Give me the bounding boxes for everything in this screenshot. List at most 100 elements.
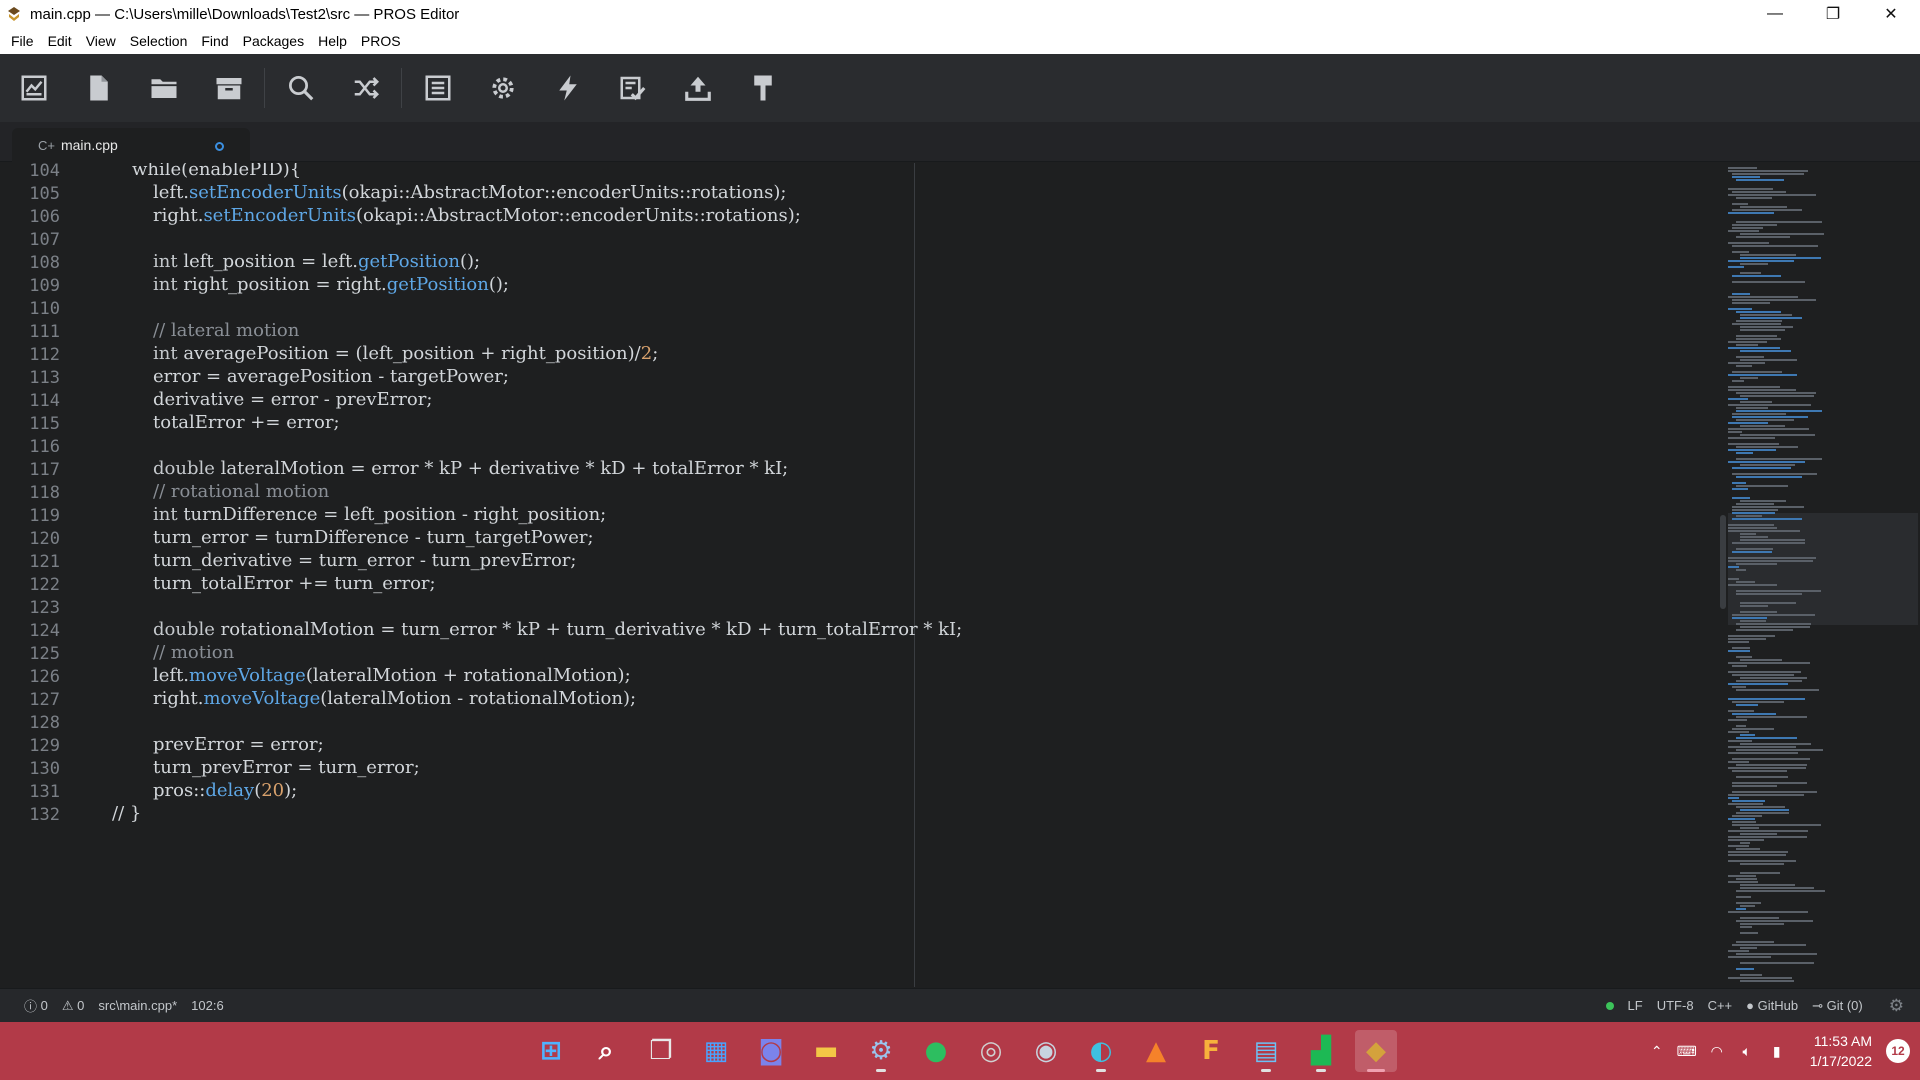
line-number[interactable]: 117 bbox=[0, 460, 60, 480]
gear-icon[interactable] bbox=[487, 72, 519, 104]
tab-main-cpp[interactable]: C+ main.cpp bbox=[12, 128, 250, 162]
line-number[interactable]: 114 bbox=[0, 391, 60, 411]
code-line[interactable]: turn_error = turnDifference - turn_targe… bbox=[153, 527, 594, 548]
notification-badge[interactable]: 12 bbox=[1886, 1039, 1910, 1063]
line-number[interactable]: 112 bbox=[0, 345, 60, 365]
line-number[interactable]: 116 bbox=[0, 437, 60, 457]
menu-pros[interactable]: PROS bbox=[354, 33, 408, 49]
line-number[interactable]: 107 bbox=[0, 230, 60, 250]
line-ending[interactable]: LF bbox=[1628, 998, 1643, 1013]
widgets-icon[interactable]: ▦ bbox=[695, 1030, 737, 1072]
stocks-icon[interactable]: ▟ bbox=[1300, 1030, 1342, 1072]
archive-icon[interactable] bbox=[213, 72, 245, 104]
volume-icon[interactable]: 🔈︎ bbox=[1734, 1041, 1760, 1061]
keyboard-icon[interactable]: ⌨ bbox=[1674, 1041, 1700, 1061]
line-number[interactable]: 129 bbox=[0, 736, 60, 756]
menu-file[interactable]: File bbox=[4, 33, 41, 49]
close-button[interactable]: ✕ bbox=[1862, 0, 1920, 28]
git-button[interactable]: ⊸ Git (0) bbox=[1812, 998, 1863, 1014]
grammar[interactable]: C++ bbox=[1708, 998, 1733, 1013]
code-editor[interactable]: 104 105 106 107 108 109 110 111 112 113 114 115 116 1… bbox=[0, 163, 1920, 987]
code-line[interactable]: // } bbox=[112, 803, 141, 824]
code-line[interactable]: right.setEncoderUnits(okapi::AbstractMot… bbox=[153, 205, 801, 226]
code-line[interactable]: prevError = error; bbox=[153, 734, 324, 755]
code-area[interactable]: while(enablePID){left.setEncoderUnits(ok… bbox=[112, 163, 1712, 987]
start-icon[interactable]: ⊞ bbox=[530, 1030, 572, 1072]
file-explorer-icon[interactable]: ▬ bbox=[805, 1030, 847, 1072]
minimap[interactable] bbox=[1720, 163, 1920, 987]
code-line[interactable]: derivative = error - prevError; bbox=[153, 389, 432, 410]
task-view-icon[interactable]: ❐ bbox=[640, 1030, 682, 1072]
cursor-position[interactable]: 102:6 bbox=[191, 998, 224, 1013]
code-line[interactable]: pros::delay(20); bbox=[153, 780, 297, 801]
disc-icon[interactable]: ◎ bbox=[970, 1030, 1012, 1072]
shuffle-icon[interactable] bbox=[350, 72, 382, 104]
vertical-scrollbar[interactable] bbox=[1720, 515, 1726, 609]
menu-edit[interactable]: Edit bbox=[41, 33, 79, 49]
code-line[interactable]: error = averagePosition - targetPower; bbox=[153, 366, 509, 387]
chevron-up-icon[interactable]: ⌃ bbox=[1644, 1041, 1670, 1061]
code-line[interactable]: left.moveVoltage(lateralMotion + rotatio… bbox=[153, 665, 631, 686]
open-folder-icon[interactable] bbox=[148, 72, 180, 104]
code-line[interactable]: // motion bbox=[153, 642, 234, 663]
matlab-icon[interactable]: ▲ bbox=[1135, 1030, 1177, 1072]
line-number[interactable]: 123 bbox=[0, 598, 60, 618]
line-number[interactable]: 105 bbox=[0, 184, 60, 204]
restore-button[interactable]: ❐ bbox=[1804, 0, 1862, 28]
file-path[interactable]: src\main.cpp* bbox=[98, 998, 177, 1013]
clock[interactable]: 11:53 AM 1/17/2022 bbox=[1810, 1031, 1872, 1071]
line-number[interactable]: 132 bbox=[0, 805, 60, 825]
edge-icon[interactable]: ◐ bbox=[1080, 1030, 1122, 1072]
list-icon[interactable] bbox=[422, 72, 454, 104]
code-line[interactable]: double rotationalMotion = turn_error * k… bbox=[153, 619, 962, 640]
new-file-icon[interactable] bbox=[83, 72, 115, 104]
project-icon[interactable] bbox=[18, 72, 50, 104]
code-line[interactable]: left.setEncoderUnits(okapi::AbstractMoto… bbox=[153, 182, 786, 203]
line-number[interactable]: 110 bbox=[0, 299, 60, 319]
line-number[interactable]: 126 bbox=[0, 667, 60, 687]
line-number[interactable]: 120 bbox=[0, 529, 60, 549]
github-button[interactable]: ● GitHub bbox=[1746, 998, 1798, 1013]
line-number[interactable]: 130 bbox=[0, 759, 60, 779]
menu-find[interactable]: Find bbox=[194, 33, 235, 49]
wifi-icon[interactable]: ◠ bbox=[1704, 1041, 1730, 1061]
code-line[interactable]: // rotational motion bbox=[153, 481, 329, 502]
line-number[interactable]: 111 bbox=[0, 322, 60, 342]
menu-packages[interactable]: Packages bbox=[236, 33, 311, 49]
line-number[interactable]: 124 bbox=[0, 621, 60, 641]
bolt-icon[interactable] bbox=[552, 72, 584, 104]
code-line[interactable]: turn_totalError += turn_error; bbox=[153, 573, 436, 594]
settings-icon[interactable]: ⚙ bbox=[860, 1030, 902, 1072]
search-icon[interactable]: ⌕ bbox=[585, 1030, 627, 1072]
line-number[interactable]: 122 bbox=[0, 575, 60, 595]
pros-editor-icon[interactable]: ◆ bbox=[1355, 1030, 1397, 1072]
upload-icon[interactable] bbox=[682, 72, 714, 104]
menu-help[interactable]: Help bbox=[311, 33, 354, 49]
modified-indicator-icon[interactable] bbox=[215, 142, 224, 151]
code-line[interactable]: right.moveVoltage(lateralMotion - rotati… bbox=[153, 688, 636, 709]
warning-count[interactable]: ⚠ 0 bbox=[62, 998, 85, 1014]
code-line[interactable]: int turnDifference = left_position - rig… bbox=[153, 504, 606, 525]
menu-selection[interactable]: Selection bbox=[123, 33, 195, 49]
code-line[interactable]: turn_prevError = turn_error; bbox=[153, 757, 420, 778]
line-number[interactable]: 121 bbox=[0, 552, 60, 572]
notepad-icon[interactable]: ▤ bbox=[1245, 1030, 1287, 1072]
code-line[interactable]: double lateralMotion = error * kP + deri… bbox=[153, 458, 788, 479]
paint-roller-icon[interactable] bbox=[747, 72, 779, 104]
f-app-icon[interactable]: F bbox=[1190, 1030, 1232, 1072]
settings-gear-icon[interactable]: ⚙ bbox=[1889, 996, 1904, 1016]
line-number[interactable]: 131 bbox=[0, 782, 60, 802]
menu-view[interactable]: View bbox=[79, 33, 123, 49]
encoding[interactable]: UTF-8 bbox=[1657, 998, 1694, 1013]
search-icon[interactable] bbox=[285, 72, 317, 104]
code-line[interactable]: turn_derivative = turn_error - turn_prev… bbox=[153, 550, 576, 571]
teams-chat-icon[interactable]: ◙ bbox=[750, 1030, 792, 1072]
code-line[interactable]: int left_position = left.getPosition(); bbox=[153, 251, 480, 272]
line-number[interactable]: 109 bbox=[0, 276, 60, 296]
line-number[interactable]: 104 bbox=[0, 163, 60, 181]
steam-icon[interactable]: ◉ bbox=[1025, 1030, 1067, 1072]
code-line[interactable]: int averagePosition = (left_position + r… bbox=[153, 343, 658, 364]
line-number[interactable]: 115 bbox=[0, 414, 60, 434]
line-number[interactable]: 108 bbox=[0, 253, 60, 273]
line-number[interactable]: 113 bbox=[0, 368, 60, 388]
